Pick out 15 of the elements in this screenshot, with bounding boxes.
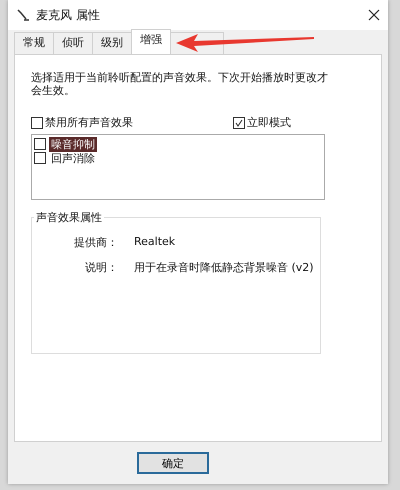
- property-value: 用于在录音时降低静态背景噪音 (v2): [134, 260, 314, 275]
- ok-button[interactable]: 确定: [137, 452, 209, 474]
- checkbox[interactable]: 立即模式: [233, 115, 291, 130]
- property-value: Realtek: [134, 235, 176, 250]
- property-label: 说明：: [84, 260, 118, 275]
- checkbox[interactable]: 禁用所有声音效果: [31, 115, 133, 130]
- description-text: 选择适用于当前聆听配置的声音效果。下次开始播放时更改才会生效。: [31, 71, 329, 97]
- group-title: 声音效果属性: [35, 210, 103, 225]
- close-icon[interactable]: [368, 9, 380, 21]
- window-title: 麦克风 属性: [36, 6, 101, 24]
- tab[interactable]: 常规: [14, 32, 54, 54]
- property-label: 提供商：: [73, 235, 118, 250]
- effect-item[interactable]: 回声消除: [34, 151, 98, 165]
- tab[interactable]: 增强: [131, 29, 171, 54]
- checkmark-icon: [234, 118, 244, 128]
